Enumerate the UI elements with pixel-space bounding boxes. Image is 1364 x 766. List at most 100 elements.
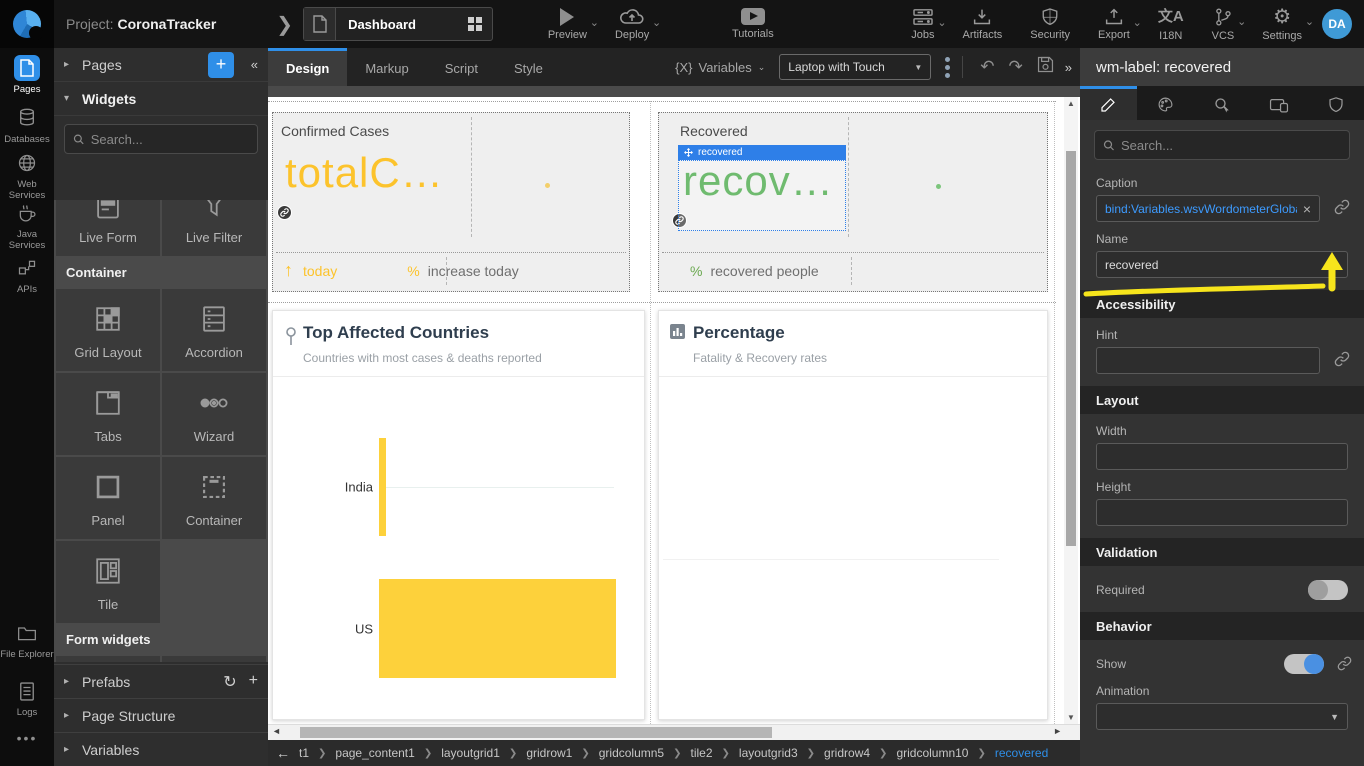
horizontal-scroll-thumb[interactable] [300,727,772,738]
settings-button[interactable]: ⚙ Settings ⌄ [1262,7,1302,42]
chevron-down-icon[interactable]: ⌄ [1237,15,1246,28]
widget-panel[interactable]: Panel [56,457,160,539]
properties-search-input[interactable] [1121,138,1341,153]
scroll-right-arrow[interactable]: ► [1053,726,1062,736]
required-toggle[interactable] [1308,580,1348,600]
animation-select[interactable]: ▼ [1096,703,1348,730]
widget-tabs[interactable]: Tabs [56,373,160,455]
tab-design[interactable]: Design [268,48,347,86]
chevron-down-icon[interactable]: ⌄ [652,16,661,29]
tab-script[interactable]: Script [427,48,496,86]
artifacts-button[interactable]: Artifacts [963,8,1003,41]
tile-confirmed-cases[interactable]: Confirmed Cases totalC… ↑ today % increa… [272,112,630,292]
rail-item-file-explorer[interactable]: File Explorer [0,620,54,660]
rail-item-web-services[interactable]: Web Services [0,150,54,201]
bar-us[interactable] [379,579,616,678]
page-structure-section-header[interactable]: ▸ Page Structure [54,698,268,732]
properties-search[interactable] [1094,130,1350,160]
variables-section-header[interactable]: ▸ Variables [54,732,268,766]
breadcrumb-item[interactable]: layoutgrid1 [441,746,500,760]
selected-widget-outline[interactable] [678,160,846,231]
widget-partial-cell[interactable] [162,656,266,662]
security-button[interactable]: Security [1030,7,1070,41]
widget-container[interactable]: Container [162,457,266,539]
redo-button[interactable]: ↷ [1009,57,1023,77]
page-design-surface[interactable]: Confirmed Cases totalC… ↑ today % increa… [268,97,1080,724]
widget-search[interactable] [64,124,258,154]
variables-button[interactable]: {X} Variables ⌄ [675,60,765,75]
hint-input[interactable] [1105,354,1311,368]
scroll-down-arrow[interactable]: ▼ [1064,713,1078,722]
name-input[interactable] [1105,258,1339,272]
chevron-down-icon[interactable]: ⌄ [1133,16,1142,29]
bind-property-icon[interactable] [1337,656,1352,676]
selection-badge[interactable]: recovered [678,145,846,160]
hint-field[interactable] [1096,347,1320,374]
add-page-button[interactable]: + [208,52,234,78]
rail-item-java-services[interactable]: Java Services [0,200,54,251]
show-toggle[interactable] [1284,654,1324,674]
widget-grid-layout[interactable]: Grid Layout [56,289,160,371]
confirmed-total-label[interactable]: totalC… [285,149,444,197]
rail-more-button[interactable]: ••• [0,730,54,746]
breadcrumb-item[interactable]: tile2 [691,746,713,760]
widget-live-filter[interactable]: Live Filter [162,200,266,256]
section-accessibility[interactable]: Accessibility [1080,290,1364,318]
vertical-scrollbar[interactable]: ▲ ▼ [1064,97,1078,724]
widget-live-form[interactable]: Live Form [56,200,160,256]
user-avatar[interactable]: DA [1322,9,1352,39]
undo-button[interactable]: ↶ [980,57,994,77]
clear-binding-icon[interactable]: × [1303,201,1311,217]
widget-search-input[interactable] [91,132,249,147]
panel-top-affected-countries[interactable]: Top Affected Countries Countries with mo… [272,310,645,720]
breadcrumb-item[interactable]: gridrow1 [526,746,572,760]
chevron-down-icon[interactable]: ⌄ [1305,15,1314,28]
tab-styles[interactable] [1137,86,1194,120]
section-behavior[interactable]: Behavior [1080,612,1364,640]
tab-markup[interactable]: Markup [347,48,426,86]
tile-recovered[interactable]: Recovered recovered recov… % recovered p… [658,112,1048,292]
breadcrumb-item[interactable]: gridcolumn5 [599,746,664,760]
bind-property-icon[interactable] [1334,199,1350,220]
more-options-button[interactable] [945,57,950,78]
rail-item-databases[interactable]: Databases [0,105,54,145]
widget-tile[interactable]: Tile [56,541,160,623]
pages-grid-icon[interactable] [468,17,482,31]
tab-style[interactable]: Style [496,48,561,86]
breadcrumb-item-selected[interactable]: recovered [995,746,1048,760]
panel-percentage[interactable]: Percentage Fatality & Recovery rates [658,310,1048,720]
tutorials-button[interactable]: Tutorials [732,8,774,40]
app-logo[interactable] [0,0,54,48]
bind-property-icon[interactable] [1334,351,1350,372]
widgets-section-header[interactable]: ▾ Widgets [54,82,268,116]
width-input[interactable] [1105,450,1339,464]
section-layout[interactable]: Layout [1080,386,1364,414]
height-input[interactable] [1105,506,1339,520]
chevron-down-icon[interactable]: ⌄ [937,16,946,29]
name-field[interactable] [1096,251,1348,278]
rail-item-logs[interactable]: Logs [0,678,54,718]
rail-item-apis[interactable]: APIs [0,255,54,295]
caption-field[interactable]: bind:Variables.wsvWordometerGlobal.c × [1096,195,1320,222]
width-field[interactable] [1096,443,1348,470]
collapse-panel-icon[interactable]: « [242,57,258,72]
page-tab-dashboard[interactable]: Dashboard [303,7,493,41]
widget-partial-cell[interactable] [56,656,160,662]
tab-security[interactable] [1307,86,1364,120]
tab-devices[interactable] [1250,86,1307,120]
chevron-down-icon[interactable]: ⌄ [590,16,599,29]
rail-item-pages[interactable]: Pages [0,55,54,95]
today-label[interactable]: today [303,263,337,279]
prefabs-section-header[interactable]: ▸ Prefabs ↻ + [54,664,268,698]
vertical-scroll-thumb[interactable] [1066,151,1076,546]
vcs-button[interactable]: VCS ⌄ [1212,7,1235,42]
bar-india[interactable] [379,438,386,536]
device-select[interactable]: Laptop with Touch ▼ [779,54,931,80]
breadcrumb-item[interactable]: gridrow4 [824,746,870,760]
pages-section-header[interactable]: ▸ Pages + « [54,48,268,82]
horizontal-scrollbar[interactable]: ◄ ► [268,724,1080,740]
increase-today-label[interactable]: increase today [428,263,519,279]
height-field[interactable] [1096,499,1348,526]
scroll-up-arrow[interactable]: ▲ [1064,99,1078,108]
tab-properties[interactable] [1080,86,1137,120]
